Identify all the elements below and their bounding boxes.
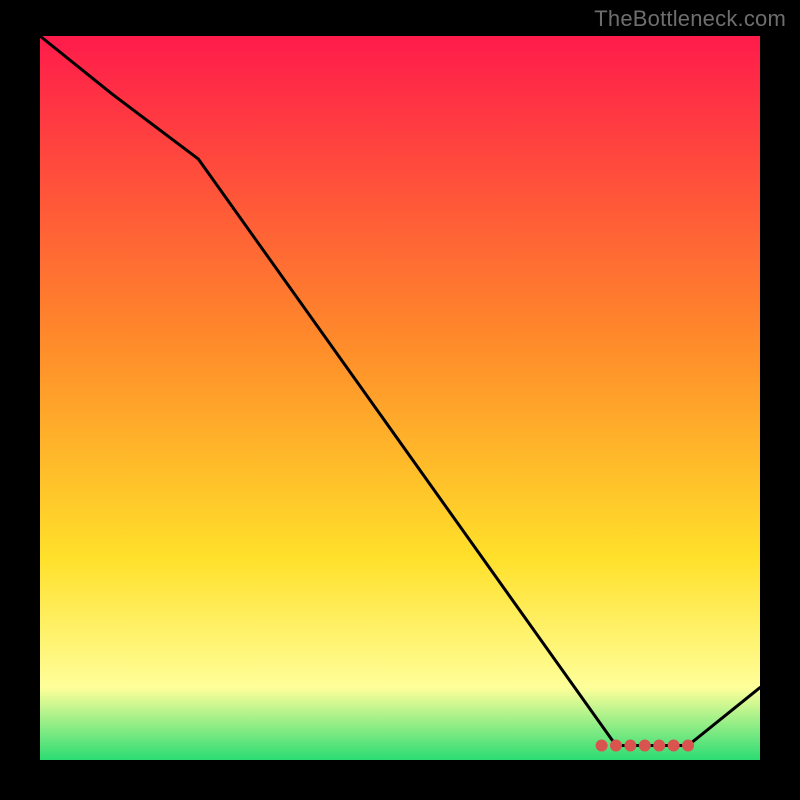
optimal-dot bbox=[596, 740, 608, 752]
optimal-dot bbox=[682, 740, 694, 752]
optimal-dot bbox=[610, 740, 622, 752]
optimal-dot bbox=[624, 740, 636, 752]
gradient-background bbox=[40, 36, 760, 760]
optimal-dot bbox=[668, 740, 680, 752]
chart-svg bbox=[40, 36, 760, 760]
chart-container: TheBottleneck.com bbox=[0, 0, 800, 800]
optimal-dot bbox=[653, 740, 665, 752]
optimal-dot bbox=[639, 740, 651, 752]
plot-area bbox=[40, 36, 760, 760]
attribution-text: TheBottleneck.com bbox=[594, 6, 786, 32]
